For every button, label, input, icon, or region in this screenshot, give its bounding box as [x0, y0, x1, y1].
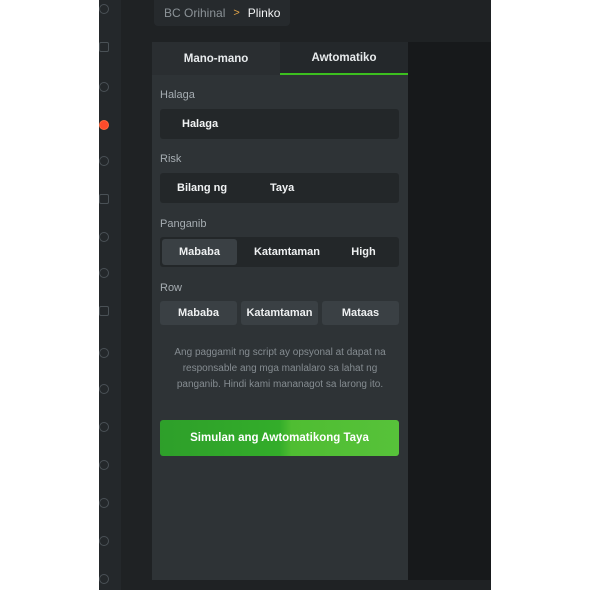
mode-tabs: Mano-mano Awtomatiko: [152, 42, 408, 75]
risk-label: Risk: [160, 153, 182, 165]
cards-icon[interactable]: [99, 306, 109, 316]
start-autobet-button[interactable]: Simulan ang Awtomatikong Taya: [160, 420, 399, 456]
danger-option-low[interactable]: Mababa: [162, 239, 237, 265]
tab-auto[interactable]: Awtomatiko: [280, 42, 408, 75]
app-window: BC Orihinal > Plinko Mano-mano Awtomatik…: [99, 0, 491, 590]
bet-icon[interactable]: [99, 498, 109, 508]
globe-icon[interactable]: [99, 422, 109, 432]
amount-input[interactable]: Halaga: [160, 109, 399, 139]
gift-icon[interactable]: [99, 384, 109, 394]
risk-input[interactable]: Bilang ng Taya: [160, 173, 399, 203]
danger-label: Panganib: [160, 218, 207, 230]
risk-count-text: Bilang ng: [177, 182, 228, 194]
risk-bet-text: Taya: [270, 182, 295, 194]
settings-icon[interactable]: [99, 574, 109, 584]
dice-icon[interactable]: [99, 82, 109, 92]
bet-panel: Mano-mano Awtomatiko Halaga Halaga Risk …: [152, 42, 408, 580]
danger-option-medium[interactable]: Katamtaman: [239, 239, 335, 265]
lottery-icon[interactable]: [99, 460, 109, 470]
rocket-icon[interactable]: [99, 42, 109, 52]
ball-icon[interactable]: [99, 348, 109, 358]
game-board-area: [408, 42, 491, 580]
breadcrumb-current: Plinko: [247, 6, 281, 20]
row-selector: Mababa Katamtaman Mataas: [160, 301, 399, 325]
disclaimer-text: Ang paggamit ng script ay opsyonal at da…: [174, 347, 386, 390]
chevron-right-icon: >: [233, 7, 240, 19]
coin-icon[interactable]: [99, 4, 109, 14]
tab-manual[interactable]: Mano-mano: [152, 42, 280, 75]
left-sidebar: [99, 0, 121, 590]
breadcrumb: BC Orihinal > Plinko: [154, 0, 291, 26]
row-option-low[interactable]: Mababa: [160, 301, 237, 325]
danger-selector: Mababa Katamtaman High: [160, 237, 399, 267]
trophy-icon[interactable]: [99, 536, 109, 546]
row-label: Row: [160, 282, 183, 294]
amount-value: Halaga: [182, 118, 219, 130]
crash-icon[interactable]: [99, 268, 109, 278]
danger-option-high[interactable]: High: [337, 239, 390, 265]
chip-icon[interactable]: [99, 156, 109, 166]
plinko-icon[interactable]: [99, 120, 109, 130]
breadcrumb-root-link[interactable]: BC Orihinal: [164, 6, 225, 20]
row-option-high[interactable]: Mataas: [322, 301, 399, 325]
amount-label: Halaga: [160, 89, 195, 101]
row-option-medium[interactable]: Katamtaman: [241, 301, 318, 325]
wheel-icon[interactable]: [99, 232, 109, 242]
slots-icon[interactable]: [99, 194, 109, 204]
